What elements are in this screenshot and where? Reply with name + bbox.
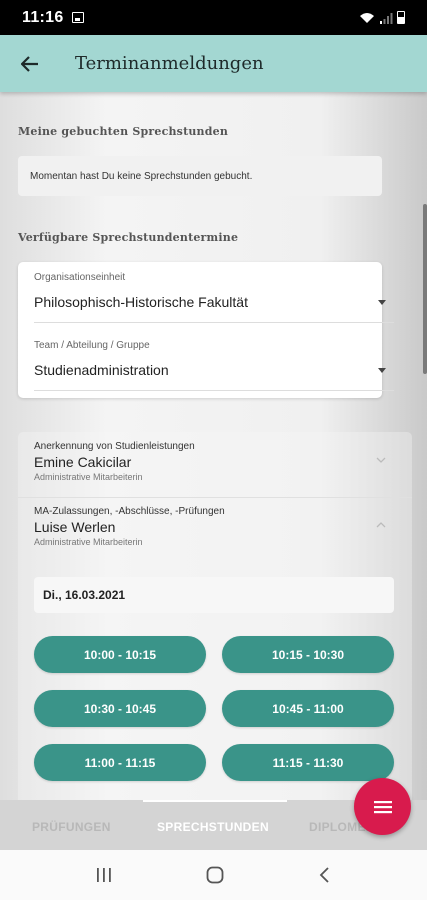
scrollbar[interactable] — [423, 204, 427, 374]
time-slot-button[interactable]: 11:00 - 11:15 — [34, 744, 206, 781]
team-label: Team / Abteilung / Gruppe — [34, 340, 150, 351]
chevron-up-icon — [376, 522, 386, 528]
home-icon[interactable] — [206, 866, 224, 884]
available-section-title: Verfügbare Sprechstundentermine — [18, 231, 239, 244]
page-title: Terminanmeldungen — [75, 53, 264, 74]
selected-date[interactable]: Di., 16.03.2021 — [34, 577, 394, 613]
team-select[interactable]: Team / Abteilung / Gruppe Studienadminis… — [34, 340, 394, 398]
staff-item-luise-werlen[interactable]: MA-Zulassungen, -Abschlüsse, -Prüfungen … — [34, 506, 394, 547]
divider — [34, 322, 394, 323]
image-notification-icon — [71, 12, 84, 23]
org-unit-select[interactable]: Organisationseinheit Philosophisch-Histo… — [34, 272, 394, 330]
staff-name: Emine Cakicilar — [34, 454, 132, 470]
app-bar: Terminanmeldungen — [0, 35, 427, 92]
divider — [18, 497, 412, 498]
staff-list: Anerkennung von Studienleistungen Emine … — [18, 432, 412, 800]
arrow-back-icon — [21, 55, 38, 72]
menu-fab-button[interactable] — [354, 778, 411, 835]
nav-back-icon[interactable] — [318, 866, 332, 884]
org-unit-value: Philosophisch-Historische Fakultät — [34, 294, 248, 310]
staff-name: Luise Werlen — [34, 519, 116, 535]
no-bookings-message: Momentan hast Du keine Sprechstunden geb… — [18, 156, 382, 196]
team-value: Studienadministration — [34, 362, 169, 378]
battery-icon — [397, 11, 405, 24]
time-slot-button[interactable]: 11:15 - 11:30 — [222, 744, 394, 781]
active-tab-indicator — [143, 800, 287, 802]
menu-icon — [373, 800, 392, 813]
dropdown-arrow-icon — [378, 368, 386, 373]
time-slot-button[interactable]: 10:15 - 10:30 — [222, 636, 394, 673]
wifi-icon — [360, 12, 374, 23]
main-content[interactable]: Meine gebuchten Sprechstunden Momentan h… — [0, 92, 427, 800]
staff-role: Administrative Mitarbeiterin — [34, 472, 143, 482]
chevron-down-icon — [376, 457, 386, 463]
recent-apps-icon[interactable] — [95, 867, 113, 883]
booked-section-title: Meine gebuchten Sprechstunden — [18, 125, 229, 138]
back-button[interactable] — [0, 35, 60, 92]
time-slot-button[interactable]: 10:00 - 10:15 — [34, 636, 206, 673]
dropdown-arrow-icon — [378, 300, 386, 305]
org-unit-label: Organisationseinheit — [34, 272, 126, 283]
tab-pruefungen[interactable]: PRÜFUNGEN — [32, 820, 111, 834]
time-slot-button[interactable]: 10:30 - 10:45 — [34, 690, 206, 727]
signal-icon — [380, 12, 393, 24]
time-slot-button[interactable]: 10:45 - 11:00 — [222, 690, 394, 727]
status-bar: 11:16 — [0, 0, 427, 35]
system-nav-bar — [0, 850, 427, 900]
tab-sprechstunden[interactable]: SPRECHSTUNDEN — [157, 820, 269, 834]
divider — [34, 390, 394, 391]
status-time: 11:16 — [22, 8, 64, 26]
staff-topic: MA-Zulassungen, -Abschlüsse, -Prüfungen — [34, 506, 225, 517]
filter-card: Organisationseinheit Philosophisch-Histo… — [18, 262, 394, 398]
staff-topic: Anerkennung von Studienleistungen — [34, 441, 195, 452]
staff-role: Administrative Mitarbeiterin — [34, 537, 143, 547]
staff-item-emine-cakicilar[interactable]: Anerkennung von Studienleistungen Emine … — [34, 441, 394, 482]
